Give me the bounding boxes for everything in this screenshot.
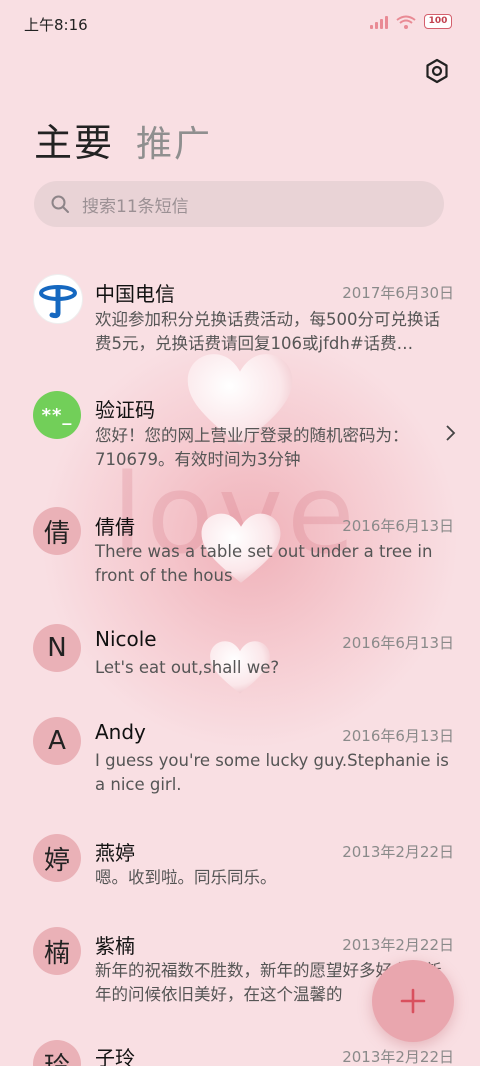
status-bar: 上午8:16 100 (0, 0, 480, 44)
message-date: 2017年6月30日 (342, 284, 454, 302)
avatar: N (33, 624, 81, 672)
conversation-item[interactable]: 倩 倩倩 2016年6月13日 There was a table set ou… (0, 505, 480, 595)
chevron-right-icon (446, 425, 456, 441)
plus-icon (400, 988, 426, 1014)
message-preview: 嗯。收到啦。同乐同乐。 (95, 868, 277, 887)
avatar: 玲 (33, 1040, 81, 1066)
gear-icon (426, 58, 448, 84)
avatar: 婷 (33, 834, 81, 882)
message-preview: 您好！您的网上营业厅登录的随机密码为：710679。有效时间为3分钟 (95, 426, 409, 469)
contact-name: 子玲 (95, 1046, 135, 1066)
message-date: 2013年2月22日 (342, 936, 454, 954)
search-placeholder: 搜索11条短信 (82, 196, 189, 217)
tab-bar: 主要 推广 (34, 112, 212, 167)
wifi-icon (396, 15, 416, 29)
conversation-item[interactable]: 中国电信 2017年6月30日 欢迎参加积分兑换话费活动，每500分可兑换话费5… (0, 270, 480, 370)
contact-name: 燕婷 (95, 841, 135, 865)
avatar (33, 274, 83, 324)
contact-name: 中国电信 (95, 282, 175, 306)
conversation-item[interactable]: **_ 验证码 您好！您的网上营业厅登录的随机密码为：710679。有效时间为3… (0, 390, 480, 480)
status-time: 上午8:16 (24, 16, 88, 34)
new-message-button[interactable] (372, 960, 454, 1042)
avatar: 楠 (33, 927, 81, 975)
contact-name: 验证码 (95, 398, 155, 422)
message-preview: 欢迎参加积分兑换话费活动，每500分可兑换话费5元，兑换话费请回复106或jfd… (95, 310, 440, 353)
avatar: A (33, 717, 81, 765)
china-telecom-logo-icon (39, 285, 77, 319)
avatar: 倩 (33, 507, 81, 555)
contact-name: Nicole (95, 627, 157, 651)
message-date: 2013年2月22日 (342, 1048, 454, 1066)
message-preview: There was a table set out under a tree i… (95, 542, 433, 585)
message-preview: I guess you're some lucky guy.Stephanie … (95, 751, 449, 794)
conversation-item[interactable]: 玲 子玲 2013年2月22日 (0, 1040, 480, 1066)
tab-primary[interactable]: 主要 (34, 112, 114, 167)
message-preview: Let's eat out,shall we? (95, 658, 280, 677)
search-icon (51, 195, 69, 213)
message-date: 2013年2月22日 (342, 843, 454, 861)
signal-icon (370, 15, 388, 29)
contact-name: 紫楠 (95, 934, 135, 958)
conversation-item[interactable]: A Andy 2016年6月13日 I guess you're some lu… (0, 715, 480, 805)
settings-button[interactable] (424, 58, 450, 84)
search-bar[interactable]: 搜索11条短信 (34, 181, 444, 227)
battery-icon: 100 (424, 14, 452, 29)
message-date: 2016年6月13日 (342, 634, 454, 652)
conversation-item[interactable]: 婷 燕婷 2013年2月22日 嗯。收到啦。同乐同乐。 (0, 832, 480, 902)
conversation-item[interactable]: N Nicole 2016年6月13日 Let's eat out,shall … (0, 622, 480, 692)
message-date: 2016年6月13日 (342, 727, 454, 745)
avatar: **_ (33, 391, 81, 439)
contact-name: Andy (95, 720, 146, 744)
contact-name: 倩倩 (95, 515, 135, 539)
message-date: 2016年6月13日 (342, 517, 454, 535)
tab-promotions[interactable]: 推广 (136, 115, 212, 167)
